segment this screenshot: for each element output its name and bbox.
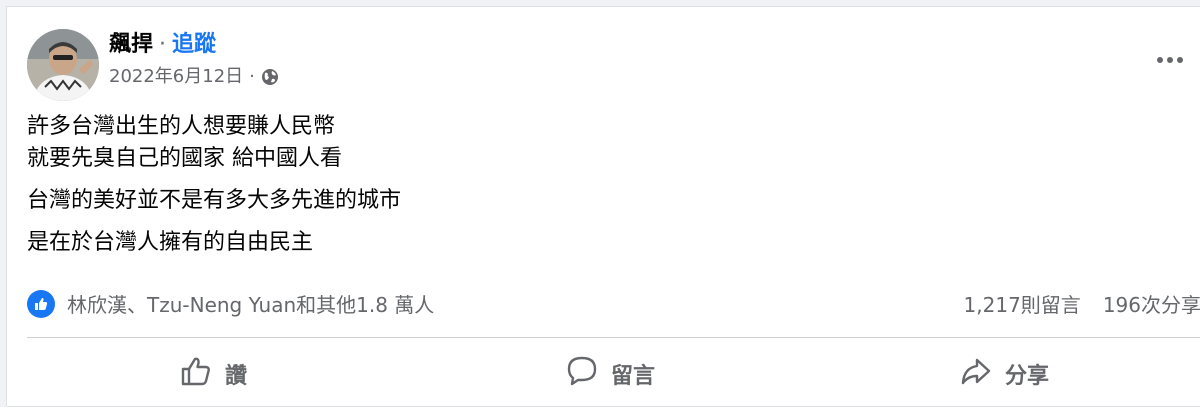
globe-icon[interactable]: [261, 68, 279, 86]
action-bar: 讚 留言 分享: [7, 347, 1200, 401]
like-button[interactable]: 讚: [179, 347, 247, 401]
like-label: 讚: [225, 364, 248, 389]
reactions-bar: 林欣漢、Tzu-Neng Yuan和其他1.8 萬人 1,217則留言 196次…: [27, 289, 1200, 321]
author-line: 飆捍 · 追蹤: [109, 31, 216, 59]
reaction-names[interactable]: 林欣漢、Tzu-Neng Yuan和其他1.8 萬人: [67, 291, 434, 319]
follow-button[interactable]: 追蹤: [172, 32, 216, 57]
engagement-counts: 1,217則留言 196次分享: [964, 291, 1200, 319]
post-meta: 2022年6月12日 ·: [109, 65, 279, 89]
shares-count[interactable]: 196次分享: [1103, 291, 1200, 319]
post-line-4: 是在於台灣人擁有的自由民主: [27, 230, 314, 255]
divider: [27, 337, 1200, 338]
share-button[interactable]: 分享: [959, 347, 1049, 401]
like-reaction-icon[interactable]: [27, 290, 55, 318]
post-body: 許多台灣出生的人想要賺人民幣 就要先臭自己的國家 給中國人看 台灣的美好並不是有…: [27, 111, 401, 259]
author-avatar[interactable]: [27, 29, 99, 101]
post-card: 飆捍 · 追蹤 2022年6月12日 · 許多台灣出生的人想要賺人民幣 就要先臭自己…: [6, 6, 1200, 407]
post-date[interactable]: 2022年6月12日: [109, 65, 243, 89]
separator-dot: ·: [159, 32, 167, 57]
author-name[interactable]: 飆捍: [109, 32, 153, 57]
more-options-icon[interactable]: [1150, 45, 1190, 75]
share-label: 分享: [1005, 364, 1050, 389]
post-line-1: 許多台灣出生的人想要賺人民幣: [27, 114, 336, 139]
share-icon: [959, 354, 993, 394]
comments-count[interactable]: 1,217則留言: [964, 291, 1081, 319]
comment-button[interactable]: 留言: [565, 347, 655, 401]
meta-separator: ·: [249, 66, 255, 87]
avatar-photo: [27, 29, 99, 101]
post-line-2: 就要先臭自己的國家 給中國人看: [27, 146, 342, 171]
thumbs-up-icon: [179, 354, 213, 394]
post-line-3: 台灣的美好並不是有多大多先進的城市: [27, 188, 402, 213]
comment-label: 留言: [611, 364, 656, 389]
comment-icon: [565, 354, 599, 394]
